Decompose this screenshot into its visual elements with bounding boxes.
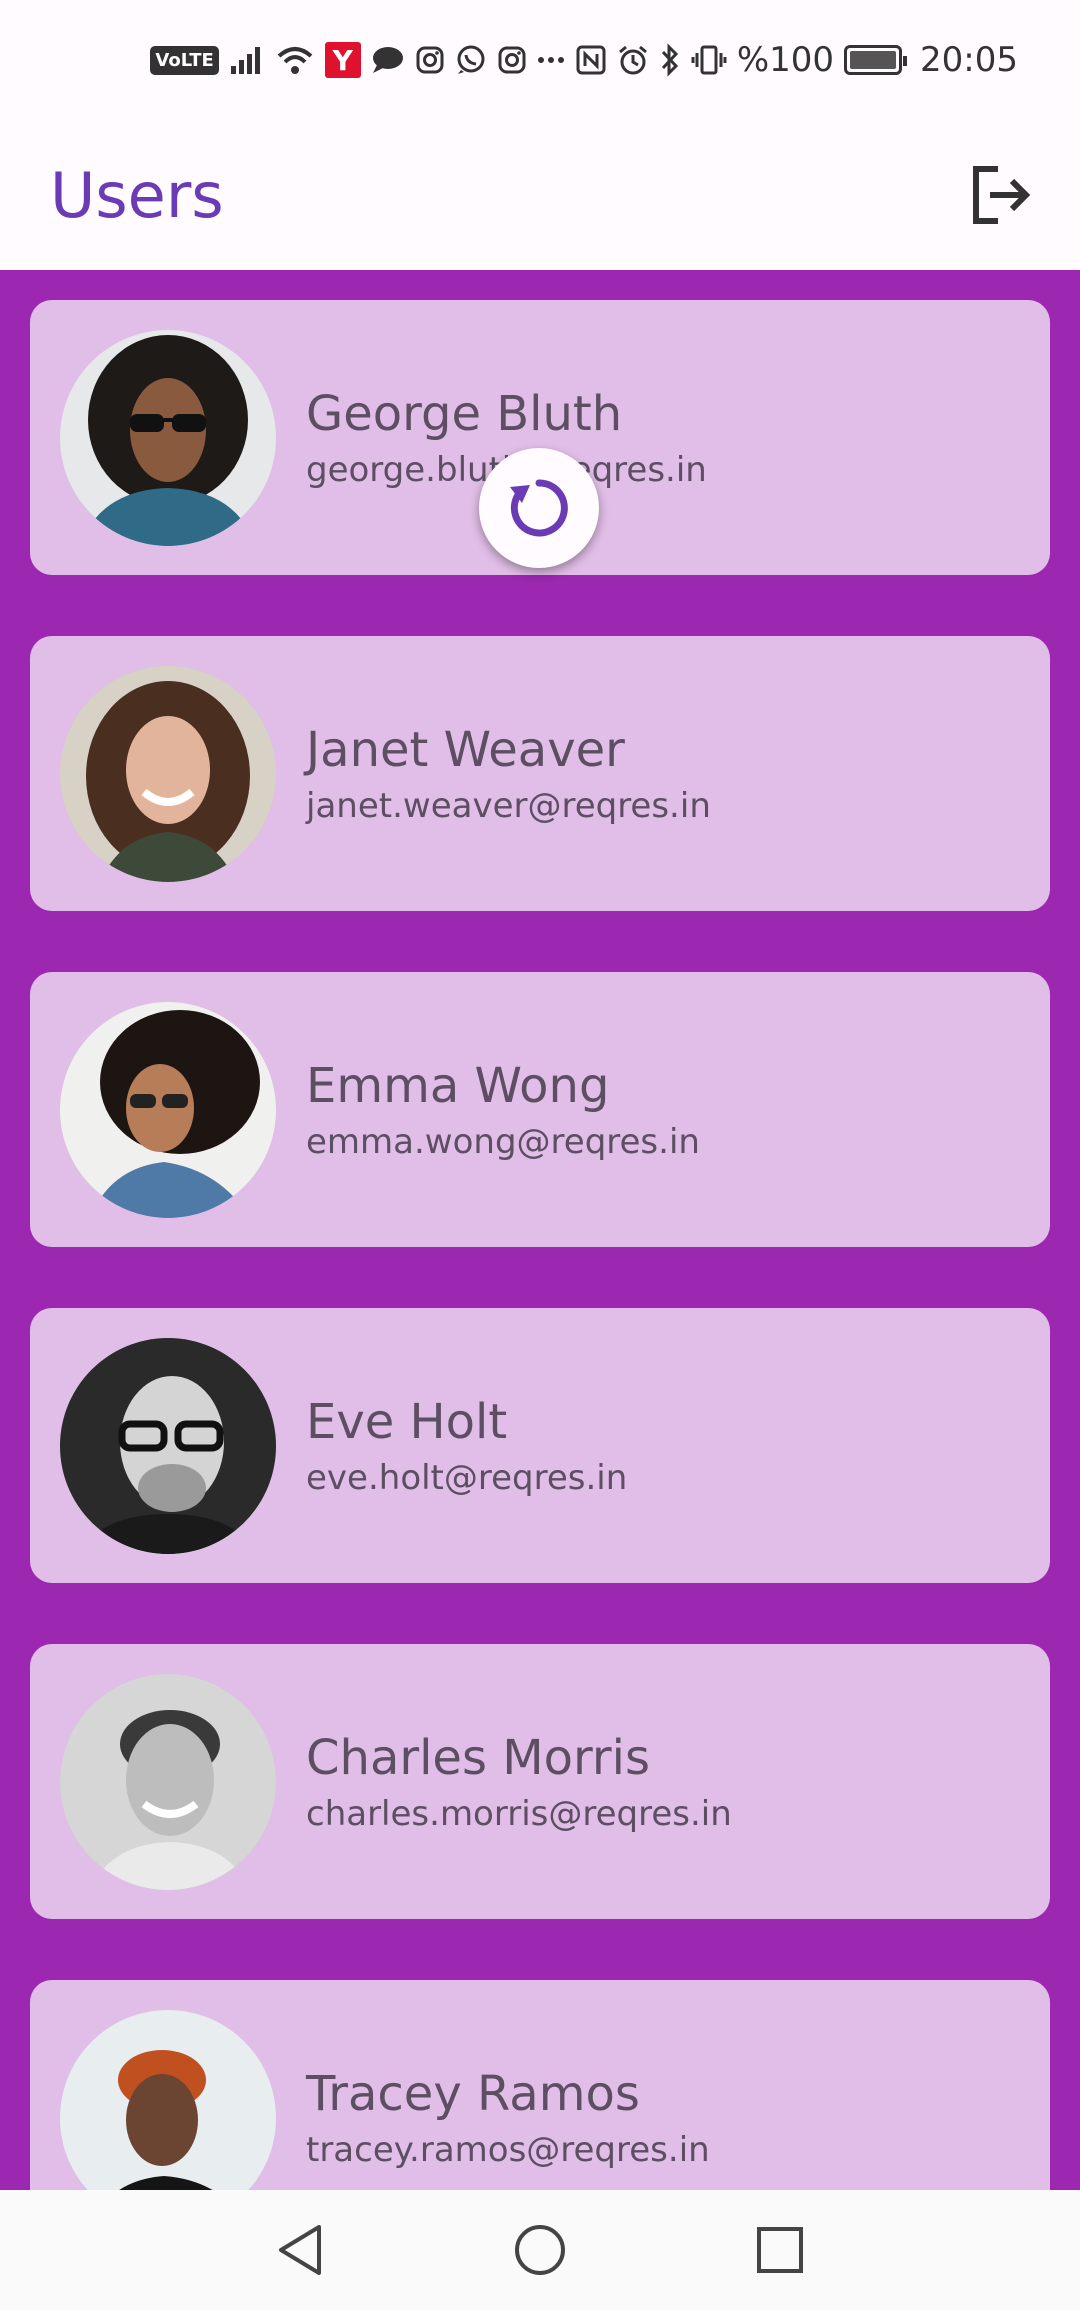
user-card[interactable]: Janet Weaver janet.weaver@reqres.in [30,636,1050,911]
refresh-indicator [479,448,599,568]
nfc-icon [575,44,607,76]
user-email: tracey.ramos@reqres.in [306,2129,710,2170]
user-name: Janet Weaver [306,721,625,778]
clock: 20:05 [920,40,1018,80]
user-card[interactable]: Emma Wong emma.wong@reqres.in [30,972,1050,1247]
user-card[interactable]: Eve Holt eve.holt@reqres.in [30,1308,1050,1583]
recents-button[interactable] [745,2215,815,2285]
volte-icon: VoLTE [150,45,219,75]
signal-icon [229,44,265,76]
navigation-bar [0,2190,1080,2310]
message-icon [371,45,405,75]
user-email: janet.weaver@reqres.in [306,785,711,826]
battery-icon [844,45,908,75]
recents-icon [757,2227,803,2273]
user-email: charles.morris@reqres.in [306,1793,732,1834]
avatar [60,2009,276,2190]
user-name: Charles Morris [306,1729,650,1786]
yandex-icon: Y [324,42,361,78]
home-button[interactable] [505,2215,575,2285]
status-bar: VoLTE Y %100 20:05 [0,0,1080,120]
user-card[interactable]: Tracey Ramos tracey.ramos@reqres.in [30,1980,1050,2190]
user-card[interactable]: Charles Morris charles.morris@reqres.in [30,1644,1050,1919]
user-email: eve.holt@reqres.in [306,1457,628,1498]
whatsapp-icon [455,44,487,76]
app-bar: Users [0,120,1080,270]
logout-button[interactable] [960,155,1040,235]
user-name: George Bluth [306,385,623,442]
instagram-icon [415,45,445,75]
back-button[interactable] [265,2215,335,2285]
status-icons: VoLTE Y %100 20:05 [150,40,1018,80]
avatar [60,1001,276,1218]
avatar [60,1673,276,1890]
more-icon [537,45,565,75]
user-name: Emma Wong [306,1057,610,1114]
wifi-icon [275,44,315,76]
page-title: Users [50,158,224,232]
logout-icon [973,166,1031,224]
back-icon [279,2225,321,2275]
avatar [60,1337,276,1554]
alarm-icon [617,44,649,76]
instagram-icon [497,45,527,75]
refresh-icon [510,479,568,537]
user-name: Eve Holt [306,1393,508,1450]
avatar [60,665,276,882]
avatar [60,329,276,546]
user-name: Tracey Ramos [306,2065,640,2122]
vibrate-icon [691,44,727,76]
battery-percent: %100 [736,40,835,80]
bluetooth-icon [659,43,681,77]
user-email: emma.wong@reqres.in [306,1121,700,1162]
home-icon [515,2225,565,2275]
